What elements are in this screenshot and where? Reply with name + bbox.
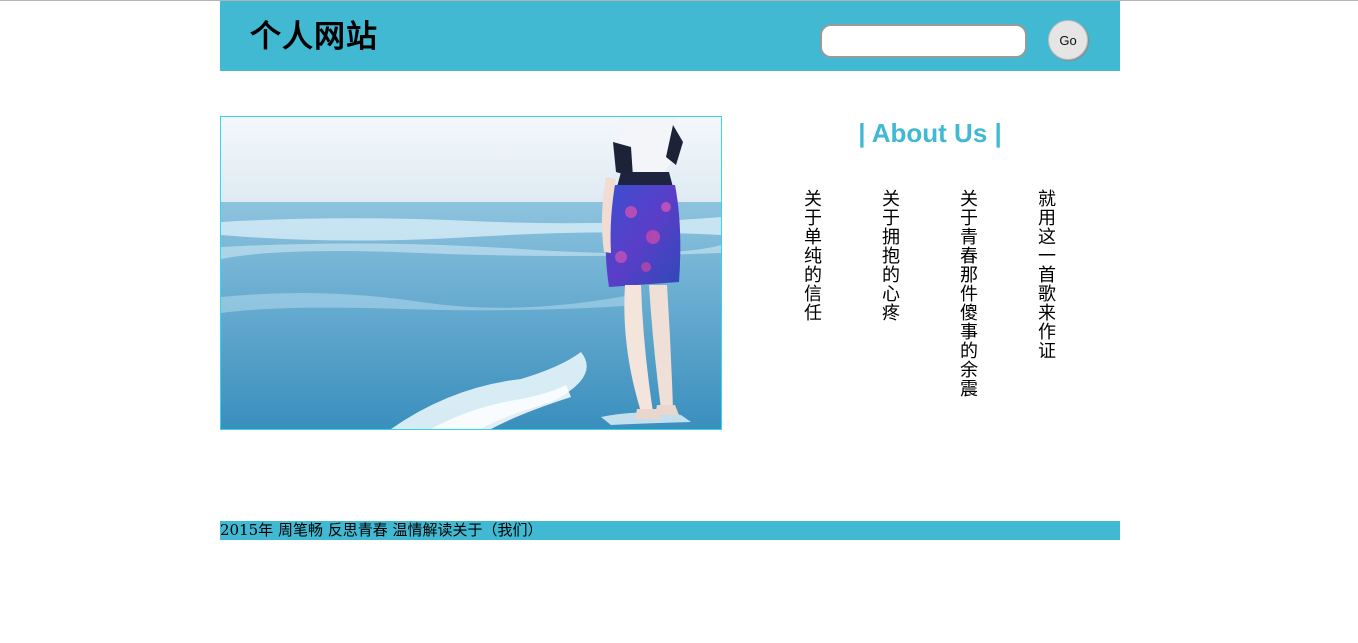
lyric-line-1: 关于单纯的信任 — [801, 189, 822, 322]
hero-photo — [220, 116, 722, 430]
about-us-title: | About Us | — [858, 118, 1002, 148]
lyric-line-4: 就用这一首歌来作证 — [1035, 189, 1056, 360]
go-button[interactable]: Go — [1048, 20, 1088, 60]
site-footer: 2015年 周笔畅 反思青春 温情解读关于（我们） — [220, 521, 1120, 540]
lyric-line-2: 关于拥抱的心疼 — [879, 189, 900, 322]
lyric-line-3: 关于青春那件傻事的余震 — [957, 189, 978, 398]
search-input[interactable] — [820, 24, 1027, 58]
footer-text: 2015年 周笔畅 反思青春 温情解读关于（我们） — [220, 521, 543, 539]
site-title: 个人网站 — [250, 19, 378, 55]
site-header: 个人网站 Go — [220, 1, 1120, 71]
